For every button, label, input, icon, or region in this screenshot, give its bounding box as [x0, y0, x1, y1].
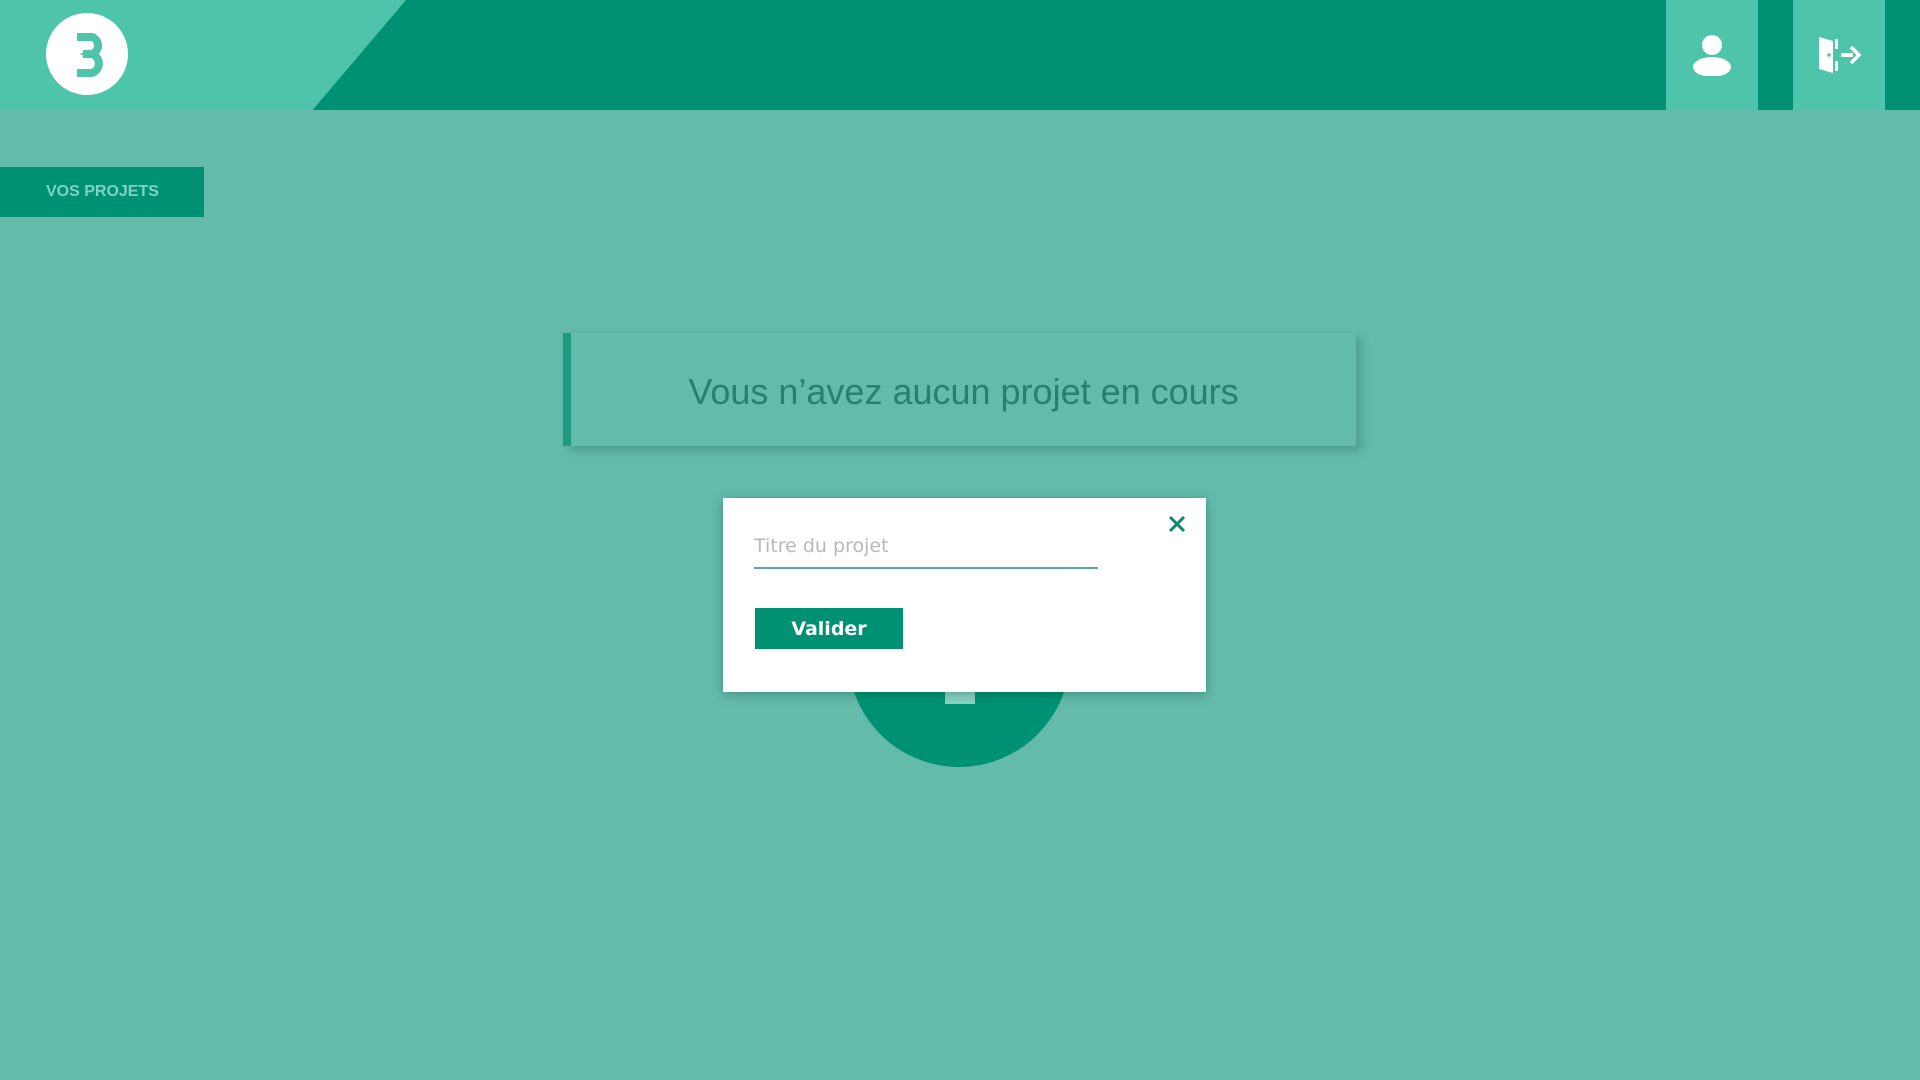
logout-button[interactable]: [1793, 0, 1885, 110]
empty-projects-message: Vous n’avez aucun projet en cours: [688, 370, 1239, 412]
top-header: [0, 0, 1920, 110]
valider-button[interactable]: Valider: [755, 608, 903, 649]
user-icon: [1692, 34, 1732, 76]
new-project-modal: Valider: [723, 498, 1206, 692]
empty-projects-card: Vous n’avez aucun projet en cours: [563, 333, 1356, 446]
user-profile-button[interactable]: [1666, 0, 1758, 110]
brand-logo-icon[interactable]: [46, 13, 128, 95]
logout-door-icon: [1817, 35, 1861, 75]
project-title-input[interactable]: [754, 525, 1098, 569]
tab-vos-projets[interactable]: VOS PROJETS: [0, 167, 204, 217]
close-icon[interactable]: [1163, 510, 1191, 538]
